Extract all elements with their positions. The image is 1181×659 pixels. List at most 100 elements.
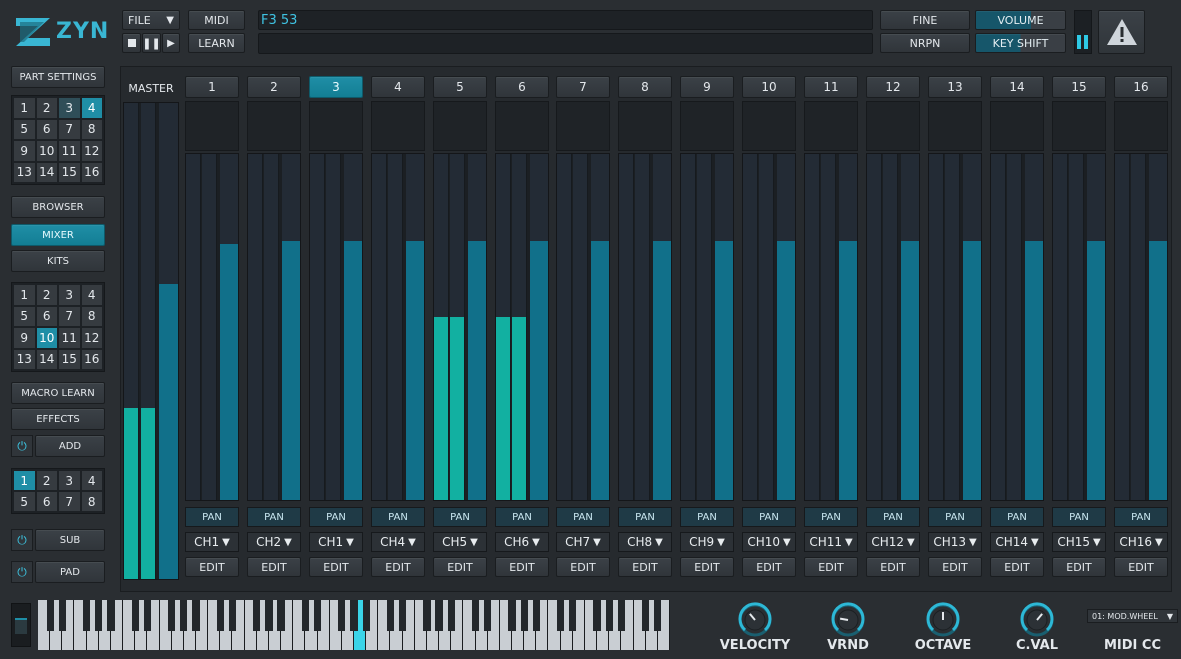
midi-channel-select[interactable]: CH1 ▼: [309, 532, 363, 552]
part-cell-7[interactable]: 7: [59, 119, 80, 139]
channel-number-button[interactable]: 3: [309, 76, 363, 98]
midi-channel-select[interactable]: CH7 ▼: [556, 532, 610, 552]
channel-name-box[interactable]: [742, 101, 796, 151]
panic-button[interactable]: [1098, 10, 1145, 54]
edit-button[interactable]: EDIT: [990, 557, 1044, 577]
channel-number-button[interactable]: 8: [618, 76, 672, 98]
part-cell-14[interactable]: 14: [36, 162, 57, 182]
channel-number-button[interactable]: 7: [556, 76, 610, 98]
learn-button[interactable]: LEARN: [188, 33, 245, 53]
knob-dial-icon[interactable]: [1019, 602, 1055, 638]
midi-channel-select[interactable]: CH16 ▼: [1114, 532, 1168, 552]
channel-fader[interactable]: [866, 153, 920, 501]
black-key[interactable]: [654, 600, 662, 631]
black-key[interactable]: [338, 600, 346, 631]
black-key[interactable]: [447, 600, 455, 631]
black-key[interactable]: [508, 600, 516, 631]
black-key[interactable]: [398, 600, 407, 631]
edit-button[interactable]: EDIT: [618, 557, 672, 577]
effects-button[interactable]: EFFECTS: [11, 408, 105, 430]
part-cell-3[interactable]: 3: [59, 98, 80, 118]
knob-control[interactable]: C.VAL: [1007, 600, 1067, 656]
kit-cell-15[interactable]: 15: [59, 349, 80, 369]
pan-knob[interactable]: PAN: [742, 507, 796, 527]
black-key[interactable]: [95, 600, 103, 631]
add-voice-cell-1[interactable]: 1: [14, 471, 35, 490]
sub-synth-button[interactable]: SUB: [35, 529, 105, 551]
kits-button[interactable]: KITS: [11, 250, 105, 272]
channel-number-button[interactable]: 12: [866, 76, 920, 98]
midi-channel-select[interactable]: CH12 ▼: [866, 532, 920, 552]
pan-knob[interactable]: PAN: [990, 507, 1044, 527]
midi-channel-select[interactable]: CH10 ▼: [742, 532, 796, 552]
add-voice-cell-4[interactable]: 4: [81, 471, 102, 490]
pan-knob[interactable]: PAN: [1114, 507, 1168, 527]
pan-knob[interactable]: PAN: [680, 507, 734, 527]
black-key[interactable]: [532, 600, 540, 631]
midi-channel-select[interactable]: CH8 ▼: [618, 532, 672, 552]
channel-number-button[interactable]: 2: [247, 76, 301, 98]
black-key[interactable]: [46, 600, 54, 631]
knob-dial-icon[interactable]: [925, 602, 961, 638]
part-cell-6[interactable]: 6: [36, 119, 57, 139]
pan-knob[interactable]: PAN: [618, 507, 672, 527]
browser-button[interactable]: BROWSER: [11, 196, 105, 218]
channel-fader[interactable]: [742, 153, 796, 501]
kit-cell-11[interactable]: 11: [59, 328, 80, 348]
edit-button[interactable]: EDIT: [495, 557, 549, 577]
black-key[interactable]: [265, 600, 273, 631]
black-key[interactable]: [350, 600, 358, 631]
add-voice-cell-7[interactable]: 7: [59, 492, 80, 511]
knob-dial-icon[interactable]: [830, 602, 866, 638]
black-key[interactable]: [423, 600, 431, 631]
master-meter[interactable]: [123, 102, 179, 580]
pan-knob[interactable]: PAN: [866, 507, 920, 527]
fine-button[interactable]: FINE: [880, 10, 970, 30]
black-key[interactable]: [228, 600, 237, 631]
edit-button[interactable]: EDIT: [742, 557, 796, 577]
channel-name-box[interactable]: [928, 101, 982, 151]
pan-knob[interactable]: PAN: [1052, 507, 1106, 527]
pad-power-toggle[interactable]: ⏻: [11, 561, 33, 583]
channel-fader[interactable]: [495, 153, 549, 501]
channel-name-box[interactable]: [495, 101, 549, 151]
channel-number-button[interactable]: 9: [680, 76, 734, 98]
channel-fader[interactable]: [185, 153, 239, 501]
add-voice-cell-3[interactable]: 3: [59, 471, 80, 490]
black-key[interactable]: [131, 600, 139, 631]
channel-name-box[interactable]: [990, 101, 1044, 151]
black-key[interactable]: [313, 600, 322, 631]
channel-number-button[interactable]: 10: [742, 76, 796, 98]
black-key[interactable]: [277, 600, 285, 631]
part-cell-4[interactable]: 4: [81, 98, 102, 118]
channel-number-button[interactable]: 16: [1114, 76, 1168, 98]
channel-number-button[interactable]: 5: [433, 76, 487, 98]
black-key[interactable]: [520, 600, 528, 631]
edit-button[interactable]: EDIT: [371, 557, 425, 577]
channel-number-button[interactable]: 6: [495, 76, 549, 98]
edit-button[interactable]: EDIT: [556, 557, 610, 577]
pan-knob[interactable]: PAN: [804, 507, 858, 527]
stop-button[interactable]: [122, 33, 141, 53]
channel-number-button[interactable]: 15: [1052, 76, 1106, 98]
knob-control[interactable]: OCTAVE: [913, 600, 973, 656]
kit-cell-5[interactable]: 5: [14, 306, 35, 326]
pitch-wheel[interactable]: [11, 603, 31, 647]
channel-fader[interactable]: [618, 153, 672, 501]
pan-knob[interactable]: PAN: [309, 507, 363, 527]
edit-button[interactable]: EDIT: [680, 557, 734, 577]
midi-button[interactable]: MIDI: [188, 10, 245, 30]
channel-name-box[interactable]: [618, 101, 672, 151]
sub-power-toggle[interactable]: ⏻: [11, 529, 33, 551]
black-key[interactable]: [301, 600, 310, 631]
kit-cell-4[interactable]: 4: [81, 285, 102, 305]
channel-name-box[interactable]: [680, 101, 734, 151]
part-cell-15[interactable]: 15: [59, 162, 80, 182]
channel-number-button[interactable]: 11: [804, 76, 858, 98]
black-key[interactable]: [435, 600, 443, 631]
part-cell-2[interactable]: 2: [36, 98, 57, 118]
pan-knob[interactable]: PAN: [495, 507, 549, 527]
pan-knob[interactable]: PAN: [247, 507, 301, 527]
kit-cell-7[interactable]: 7: [59, 306, 80, 326]
mixer-button[interactable]: MIXER: [11, 224, 105, 246]
